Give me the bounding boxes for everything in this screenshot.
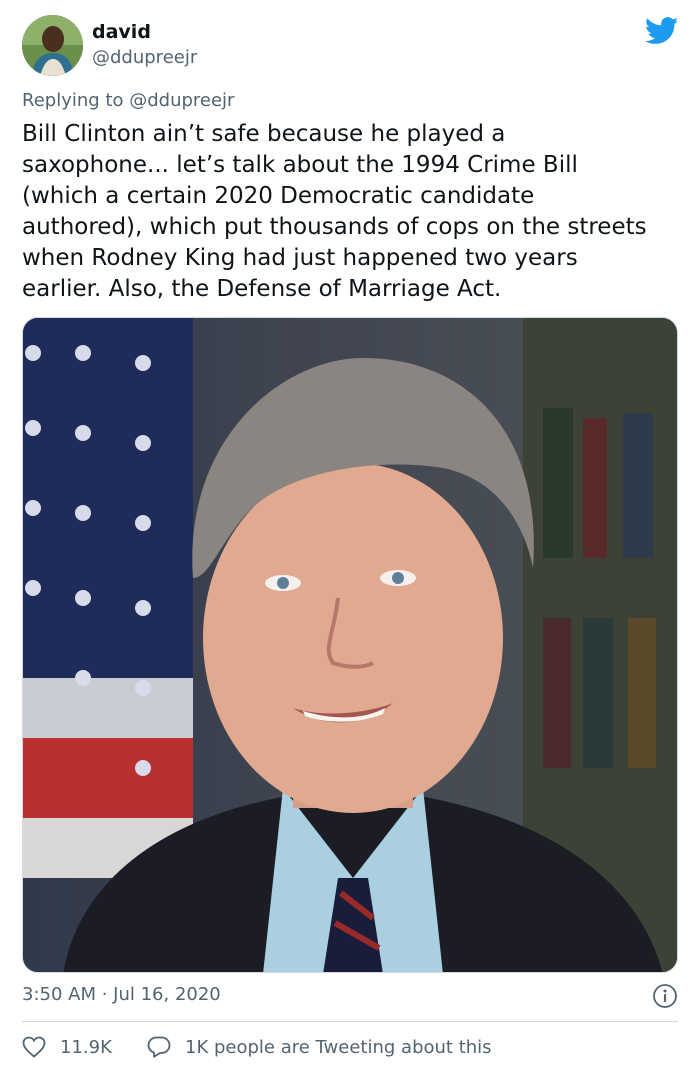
tweet-timestamp[interactable]: 3:50 AM · Jul 16, 2020: [22, 984, 221, 1005]
replying-to-label: Replying to: [22, 90, 124, 111]
portrait-image: [23, 318, 677, 972]
divider: [22, 1021, 678, 1022]
replying-to-handle[interactable]: @ddupreejr: [129, 90, 234, 111]
info-icon[interactable]: [652, 983, 678, 1009]
avatar[interactable]: [22, 15, 83, 76]
heart-icon: [22, 1036, 46, 1058]
replying-to: Replying to @ddupreejr: [22, 90, 234, 111]
user-handle[interactable]: @ddupreejr: [92, 47, 197, 68]
twitter-bird-icon[interactable]: [645, 17, 679, 45]
tweeting-about-label: 1K people are Tweeting about this: [185, 1036, 492, 1058]
tweeting-about-this[interactable]: 1K people are Tweeting about this: [147, 1036, 492, 1058]
tweet-photo[interactable]: [22, 317, 678, 973]
avatar-image: [22, 15, 83, 76]
like-button[interactable]: 11.9K: [22, 1036, 112, 1058]
speech-bubble-icon: [147, 1036, 171, 1058]
like-count: 11.9K: [60, 1036, 112, 1058]
tweet-text: Bill Clinton ain’t safe because he playe…: [22, 121, 647, 302]
display-name[interactable]: david: [92, 21, 151, 43]
tweet-card: david @ddupreejr Replying to @ddupreejr …: [0, 0, 700, 1075]
